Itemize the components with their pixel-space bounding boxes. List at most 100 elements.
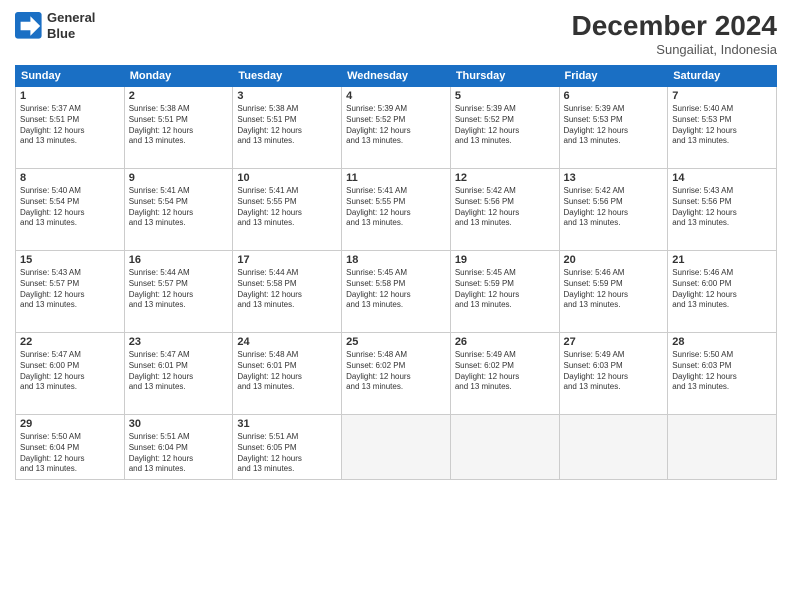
day-info: Sunrise: 5:45 AM Sunset: 5:58 PM Dayligh… [346, 268, 446, 311]
calendar-cell [342, 415, 451, 480]
day-info: Sunrise: 5:51 AM Sunset: 6:04 PM Dayligh… [129, 432, 229, 475]
calendar-cell: 15 Sunrise: 5:43 AM Sunset: 5:57 PM Dayli… [16, 251, 125, 333]
weekday-header-thursday: Thursday [450, 66, 559, 87]
day-number: 11 [346, 172, 446, 184]
day-info: Sunrise: 5:46 AM Sunset: 5:59 PM Dayligh… [564, 268, 664, 311]
day-number: 7 [672, 90, 772, 102]
day-info: Sunrise: 5:49 AM Sunset: 6:03 PM Dayligh… [564, 350, 664, 393]
day-number: 31 [237, 418, 337, 430]
calendar-cell: 18 Sunrise: 5:45 AM Sunset: 5:58 PM Dayli… [342, 251, 451, 333]
week-row-3: 15 Sunrise: 5:43 AM Sunset: 5:57 PM Dayli… [16, 251, 777, 333]
day-number: 30 [129, 418, 229, 430]
day-number: 19 [455, 254, 555, 266]
calendar-cell: 5Sunrise: 5:39 AM Sunset: 5:52 PM Daylig… [450, 87, 559, 169]
calendar-cell [668, 415, 777, 480]
day-number: 1 [20, 90, 120, 102]
calendar-table: SundayMondayTuesdayWednesdayThursdayFrid… [15, 65, 777, 480]
day-number: 3 [237, 90, 337, 102]
day-number: 24 [237, 336, 337, 348]
day-number: 5 [455, 90, 555, 102]
logo-text: General Blue [47, 10, 95, 41]
day-info: Sunrise: 5:39 AM Sunset: 5:53 PM Dayligh… [564, 104, 664, 147]
calendar-cell: 3 Sunrise: 5:38 AM Sunset: 5:51 PM Daylig… [233, 87, 342, 169]
day-info: Sunrise: 5:51 AM Sunset: 6:05 PM Dayligh… [237, 432, 337, 475]
day-info: Sunrise: 5:40 AM Sunset: 5:54 PM Dayligh… [20, 186, 120, 229]
calendar-cell [559, 415, 668, 480]
calendar-cell: 11 Sunrise: 5:41 AM Sunset: 5:55 PM Dayli… [342, 169, 451, 251]
day-info: Sunrise: 5:45 AM Sunset: 5:59 PM Dayligh… [455, 268, 555, 311]
calendar-cell: 13 Sunrise: 5:42 AM Sunset: 5:56 PM Dayli… [559, 169, 668, 251]
day-info: Sunrise: 5:43 AM Sunset: 5:57 PM Dayligh… [20, 268, 120, 311]
day-info: Sunrise: 5:49 AM Sunset: 6:02 PM Dayligh… [455, 350, 555, 393]
title-block: December 2024 Sungailiat, Indonesia [572, 10, 777, 57]
calendar-cell: 22 Sunrise: 5:47 AM Sunset: 6:00 PM Dayli… [16, 333, 125, 415]
day-info: Sunrise: 5:42 AM Sunset: 5:56 PM Dayligh… [564, 186, 664, 229]
logo-icon [15, 12, 43, 40]
day-info: Sunrise: 5:44 AM Sunset: 5:57 PM Dayligh… [129, 268, 229, 311]
calendar-cell: 30 Sunrise: 5:51 AM Sunset: 6:04 PM Dayli… [124, 415, 233, 480]
day-number: 10 [237, 172, 337, 184]
day-number: 21 [672, 254, 772, 266]
day-info: Sunrise: 5:47 AM Sunset: 6:01 PM Dayligh… [129, 350, 229, 393]
month-title: December 2024 [572, 10, 777, 42]
day-info: Sunrise: 5:38 AM Sunset: 5:51 PM Dayligh… [237, 104, 337, 147]
day-number: 17 [237, 254, 337, 266]
page: General Blue December 2024 Sungailiat, I… [0, 0, 792, 612]
calendar-cell: 4 Sunrise: 5:39 AM Sunset: 5:52 PM Daylig… [342, 87, 451, 169]
day-number: 18 [346, 254, 446, 266]
day-info: Sunrise: 5:40 AM Sunset: 5:53 PM Dayligh… [672, 104, 772, 147]
weekday-header-row: SundayMondayTuesdayWednesdayThursdayFrid… [16, 66, 777, 87]
day-number: 27 [564, 336, 664, 348]
day-number: 29 [20, 418, 120, 430]
day-number: 12 [455, 172, 555, 184]
calendar-cell: 29 Sunrise: 5:50 AM Sunset: 6:04 PM Dayli… [16, 415, 125, 480]
calendar-cell: 25Sunrise: 5:48 AM Sunset: 6:02 PM Dayli… [342, 333, 451, 415]
day-number: 8 [20, 172, 120, 184]
day-number: 20 [564, 254, 664, 266]
weekday-header-monday: Monday [124, 66, 233, 87]
day-info: Sunrise: 5:41 AM Sunset: 5:55 PM Dayligh… [237, 186, 337, 229]
calendar-cell: 20 Sunrise: 5:46 AM Sunset: 5:59 PM Dayli… [559, 251, 668, 333]
day-number: 9 [129, 172, 229, 184]
day-info: Sunrise: 5:37 AM Sunset: 5:51 PM Dayligh… [20, 104, 120, 147]
day-info: Sunrise: 5:50 AM Sunset: 6:03 PM Dayligh… [672, 350, 772, 393]
day-number: 2 [129, 90, 229, 102]
day-info: Sunrise: 5:43 AM Sunset: 5:56 PM Dayligh… [672, 186, 772, 229]
day-info: Sunrise: 5:47 AM Sunset: 6:00 PM Dayligh… [20, 350, 120, 393]
calendar-cell: 23Sunrise: 5:47 AM Sunset: 6:01 PM Dayli… [124, 333, 233, 415]
day-number: 4 [346, 90, 446, 102]
day-number: 6 [564, 90, 664, 102]
calendar-cell: 10 Sunrise: 5:41 AM Sunset: 5:55 PM Dayli… [233, 169, 342, 251]
calendar-cell: 17Sunrise: 5:44 AM Sunset: 5:58 PM Dayli… [233, 251, 342, 333]
week-row-4: 22 Sunrise: 5:47 AM Sunset: 6:00 PM Dayli… [16, 333, 777, 415]
day-info: Sunrise: 5:41 AM Sunset: 5:55 PM Dayligh… [346, 186, 446, 229]
subtitle: Sungailiat, Indonesia [572, 42, 777, 57]
weekday-header-wednesday: Wednesday [342, 66, 451, 87]
header: General Blue December 2024 Sungailiat, I… [15, 10, 777, 57]
week-row-2: 8 Sunrise: 5:40 AM Sunset: 5:54 PM Daylig… [16, 169, 777, 251]
week-row-5: 29 Sunrise: 5:50 AM Sunset: 6:04 PM Dayli… [16, 415, 777, 480]
calendar-cell: 31 Sunrise: 5:51 AM Sunset: 6:05 PM Dayli… [233, 415, 342, 480]
calendar-cell [450, 415, 559, 480]
weekday-header-saturday: Saturday [668, 66, 777, 87]
day-number: 14 [672, 172, 772, 184]
day-number: 13 [564, 172, 664, 184]
day-info: Sunrise: 5:38 AM Sunset: 5:51 PM Dayligh… [129, 104, 229, 147]
day-info: Sunrise: 5:39 AM Sunset: 5:52 PM Dayligh… [346, 104, 446, 147]
calendar-cell: 2 Sunrise: 5:38 AM Sunset: 5:51 PM Daylig… [124, 87, 233, 169]
calendar-cell: 21Sunrise: 5:46 AM Sunset: 6:00 PM Dayli… [668, 251, 777, 333]
calendar-cell: 16 Sunrise: 5:44 AM Sunset: 5:57 PM Dayli… [124, 251, 233, 333]
weekday-header-tuesday: Tuesday [233, 66, 342, 87]
day-number: 22 [20, 336, 120, 348]
day-info: Sunrise: 5:41 AM Sunset: 5:54 PM Dayligh… [129, 186, 229, 229]
weekday-header-friday: Friday [559, 66, 668, 87]
day-info: Sunrise: 5:48 AM Sunset: 6:01 PM Dayligh… [237, 350, 337, 393]
calendar-cell: 24 Sunrise: 5:48 AM Sunset: 6:01 PM Dayli… [233, 333, 342, 415]
day-info: Sunrise: 5:42 AM Sunset: 5:56 PM Dayligh… [455, 186, 555, 229]
calendar-cell: 14 Sunrise: 5:43 AM Sunset: 5:56 PM Dayli… [668, 169, 777, 251]
day-info: Sunrise: 5:50 AM Sunset: 6:04 PM Dayligh… [20, 432, 120, 475]
day-number: 16 [129, 254, 229, 266]
calendar-cell: 26 Sunrise: 5:49 AM Sunset: 6:02 PM Dayli… [450, 333, 559, 415]
day-number: 15 [20, 254, 120, 266]
day-number: 26 [455, 336, 555, 348]
